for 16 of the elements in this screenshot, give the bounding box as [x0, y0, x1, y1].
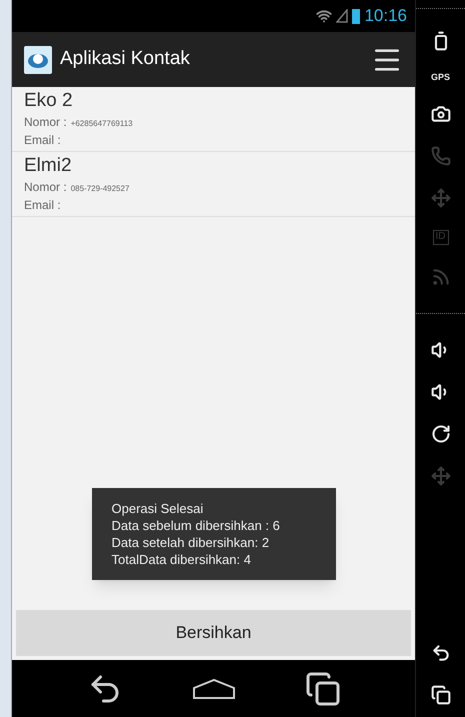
toast-line: Data sebelum dibersihkan : 6: [112, 517, 281, 534]
clock: 10:16: [364, 5, 407, 28]
email-label: Email :: [24, 196, 62, 214]
toast-line: Data setelah dibersihkan: 2: [112, 534, 270, 551]
clean-button[interactable]: Bersihkan: [16, 610, 411, 656]
phone-number: 085-729-492527: [70, 182, 130, 194]
contact-name: Eko 2: [24, 89, 74, 113]
toast-line: TotalData dibersihkan: 4: [112, 551, 252, 568]
toast-line: Operasi Selesai: [112, 500, 204, 517]
number-label: Nomor :: [24, 114, 67, 131]
phone-number: +6285647769113: [70, 118, 133, 130]
number-label: Nomor :: [24, 178, 67, 196]
gps-button[interactable]: GPS: [430, 73, 450, 82]
app-title: Aplikasi Kontak: [60, 47, 191, 72]
contact-name: Elmi2: [24, 154, 73, 178]
email-label: Email :: [24, 132, 62, 149]
